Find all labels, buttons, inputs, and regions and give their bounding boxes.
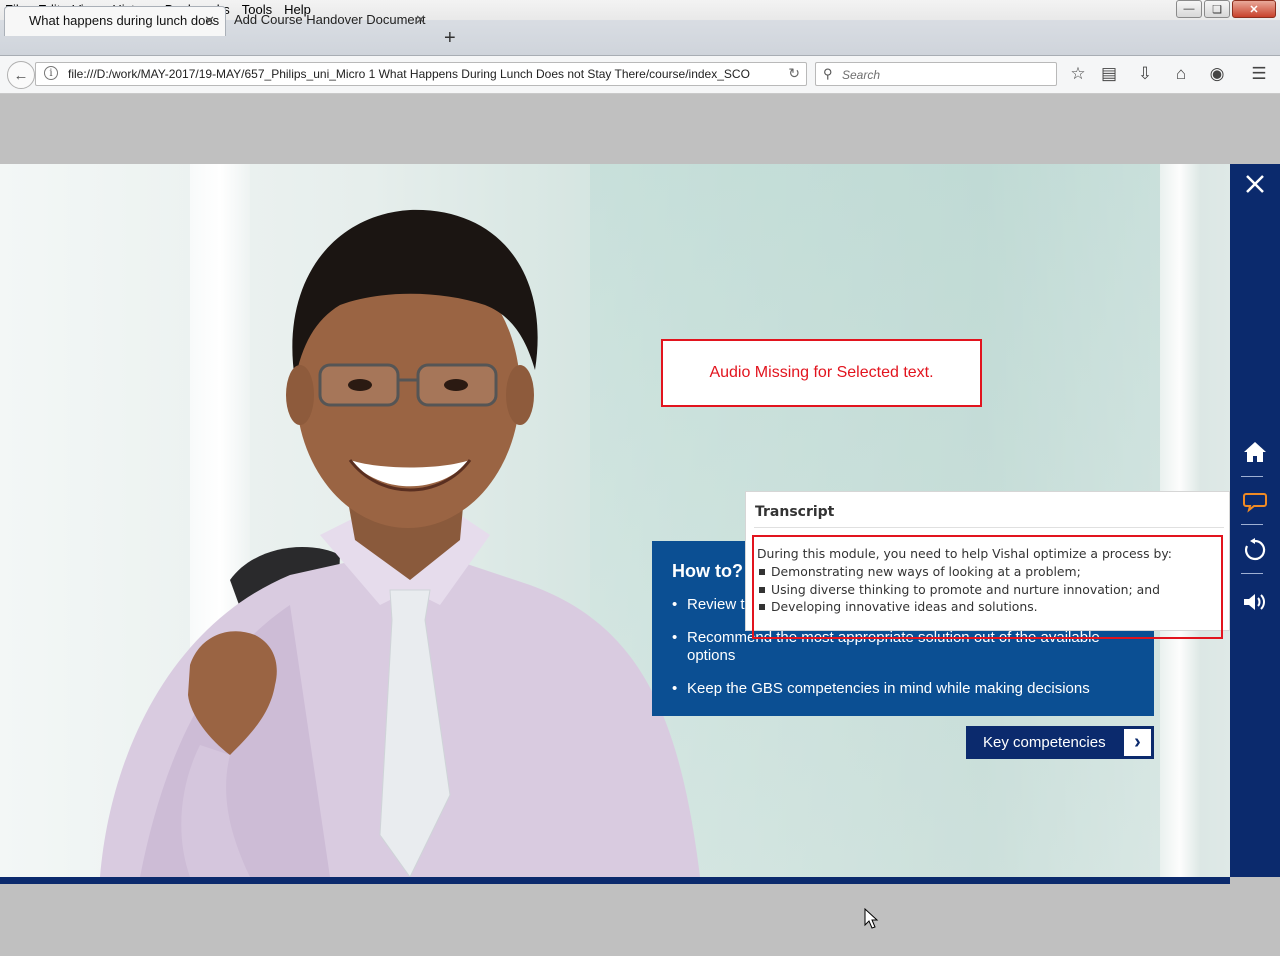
back-button[interactable]: ← [7,61,35,89]
transcript-title: Transcript [755,504,835,520]
key-competencies-button[interactable]: Key competencies › [966,726,1154,759]
course-sidebar [1230,164,1280,877]
new-tab-icon[interactable]: + [444,27,456,50]
tab-handover[interactable]: Add Course Handover Document ✕ [226,6,436,36]
restore-button[interactable]: ❏ [1204,0,1230,18]
tab-close-icon[interactable]: ✕ [415,12,426,28]
sidebar-divider [1241,476,1263,477]
minimize-button[interactable]: — [1176,0,1202,18]
mouse-cursor-icon [864,908,879,929]
pocket-icon[interactable]: ◉ [1206,63,1228,85]
search-icon: ⚲ [823,66,833,81]
audio-missing-note: Audio Missing for Selected text. [661,339,982,407]
url-text: file:///D:/work/MAY-2017/19-MAY/657_Phil… [68,67,750,81]
home-icon[interactable]: ⌂ [1170,63,1192,85]
sidebar-divider [1241,524,1263,525]
review-highlight-box [752,535,1223,639]
tab-handover-label: Add Course Handover Document [234,12,426,27]
bookmark-star-icon[interactable]: ☆ [1067,63,1089,85]
info-icon[interactable]: i [44,66,58,80]
window-close-button[interactable]: ✕ [1232,0,1276,18]
tab-current[interactable]: What happens during lunch does ✕ [4,6,226,36]
search-placeholder: Search [842,68,881,82]
replay-icon[interactable] [1240,535,1270,565]
back-arrow-icon: ← [13,66,29,84]
search-bar[interactable]: ⚲ Search [815,62,1057,86]
course-footer-bar [0,877,1230,884]
volume-icon[interactable] [1240,587,1270,617]
close-icon[interactable] [1240,169,1270,199]
tab-close-icon[interactable]: ✕ [204,13,215,29]
divider [754,527,1224,528]
character-photo [100,209,700,877]
transcript-icon[interactable] [1240,486,1270,516]
download-icon[interactable]: ⇩ [1134,63,1156,85]
url-bar[interactable]: i file:///D:/work/MAY-2017/19-MAY/657_Ph… [35,62,807,86]
key-competencies-label: Key competencies [983,734,1106,751]
tab-current-label: What happens during lunch does [29,13,220,28]
chevron-right-icon: › [1124,729,1151,756]
reload-icon[interactable]: ↻ [788,65,800,82]
sidebar-divider [1241,573,1263,574]
reader-list-icon[interactable]: ▤ [1098,63,1120,85]
how-to-item: Keep the GBS competencies in mind while … [672,680,1142,698]
home-icon[interactable] [1240,437,1270,467]
window-controls: — ❏ ✕ [1176,0,1276,18]
menu-hamburger-icon[interactable]: ☰ [1248,63,1270,85]
how-to-title: How to? [672,561,743,581]
